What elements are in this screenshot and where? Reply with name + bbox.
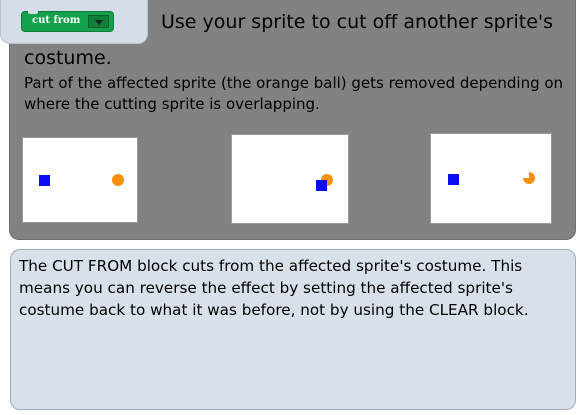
cut-from-block-label: cut from	[32, 15, 81, 26]
cutter-sprite	[316, 180, 327, 191]
block-tab: cut from	[0, 0, 148, 44]
affected-sprite-cut	[523, 172, 535, 184]
stage-example-overlapping	[231, 134, 349, 224]
stage-example-apart	[22, 137, 138, 223]
cutter-sprite	[448, 174, 459, 185]
help-description: Part of the affected sprite (the orange …	[24, 74, 564, 113]
notes-text: The CUT FROM block cuts from the affecte…	[19, 257, 529, 319]
chevron-down-icon	[95, 20, 103, 25]
help-title: Use your sprite to cut off another sprit…	[161, 11, 554, 33]
cutter-sprite	[39, 175, 50, 186]
stage-example-cut	[430, 133, 552, 224]
sprite-dropdown[interactable]	[88, 15, 109, 28]
notes-panel: The CUT FROM block cuts from the affecte…	[10, 249, 576, 410]
affected-sprite	[112, 174, 124, 186]
cut-from-block[interactable]: cut from	[21, 11, 114, 32]
help-title-continued: costume.	[24, 47, 112, 69]
